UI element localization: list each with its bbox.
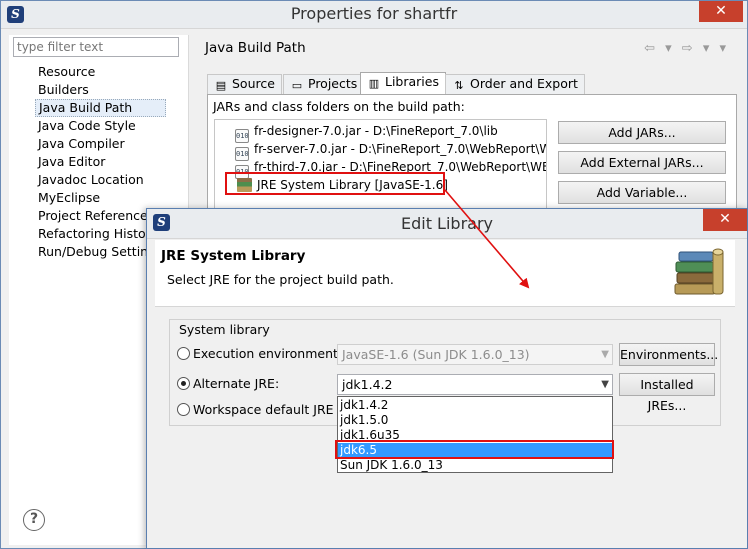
installed-jres-button[interactable]: Installed JREs... bbox=[619, 373, 715, 413]
jar-item[interactable]: 010 fr-designer-7.0.jar - D:\FineReport_7… bbox=[235, 122, 498, 143]
execution-environment-label: Execution environment: bbox=[193, 346, 343, 361]
add-external-jars-button[interactable]: Add External JARs... bbox=[558, 151, 726, 174]
filter-input[interactable] bbox=[13, 37, 179, 57]
tab-order-export-label: Order and Export bbox=[470, 76, 578, 91]
jre-library-highlight bbox=[225, 172, 445, 195]
tab-projects-label: Projects bbox=[308, 76, 358, 91]
source-folder-icon: ▤ bbox=[215, 79, 227, 92]
nav-item-java-compiler[interactable]: Java Compiler bbox=[35, 135, 166, 153]
dropdown-option-jdk142[interactable]: jdk1.4.2 bbox=[338, 398, 612, 413]
jar-item[interactable]: 010 fr-server-7.0.jar - D:\FineReport_7.0… bbox=[235, 140, 547, 161]
radio-button[interactable] bbox=[177, 403, 190, 416]
nav-item-java-code-style[interactable]: Java Code Style bbox=[35, 117, 166, 135]
page-title: Java Build Path bbox=[205, 40, 306, 56]
nav-item-java-build-path[interactable]: Java Build Path bbox=[35, 99, 166, 117]
jar-item-label: fr-designer-7.0.jar - D:\FineReport_7.0\… bbox=[254, 124, 498, 138]
environments-button[interactable]: Environments... bbox=[619, 343, 718, 366]
nav-item-javadoc-location[interactable]: Javadoc Location bbox=[35, 171, 166, 189]
dialog-titlebar: S Edit Library bbox=[147, 209, 747, 239]
tab-order-export[interactable]: ⇅ Order and Export bbox=[445, 74, 585, 94]
nav-item-myeclipse[interactable]: MyEclipse bbox=[35, 189, 166, 207]
nav-item-java-editor[interactable]: Java Editor bbox=[35, 153, 166, 171]
jdk65-highlight bbox=[335, 440, 614, 459]
add-variable-button[interactable]: Add Variable... bbox=[558, 181, 726, 204]
tab-libraries[interactable]: ▥ Libraries bbox=[360, 72, 446, 94]
system-library-label: System library bbox=[177, 322, 272, 337]
workspace-default-jre-radio[interactable]: Workspace default JRE (j bbox=[177, 401, 346, 419]
tab-libraries-label: Libraries bbox=[385, 74, 439, 89]
tab-source[interactable]: ▤ Source bbox=[207, 74, 282, 94]
execution-environment-combo: JavaSE-1.6 (Sun JDK 1.6.0_13) ▼ bbox=[337, 344, 613, 365]
banner-description: Select JRE for the project build path. bbox=[167, 272, 394, 287]
nav-item-builders[interactable]: Builders bbox=[35, 81, 166, 99]
dialog-banner: JRE System Library Select JRE for the pr… bbox=[155, 240, 735, 307]
execution-environment-value: JavaSE-1.6 (Sun JDK 1.6.0_13) bbox=[342, 347, 530, 362]
banner-title: JRE System Library bbox=[161, 248, 306, 264]
jar-item-label: fr-server-7.0.jar - D:\FineReport_7.0\We… bbox=[254, 142, 547, 156]
edit-library-dialog: S Edit Library ✕ JRE System Library Sele… bbox=[146, 208, 748, 549]
dialog-title: Edit Library bbox=[400, 214, 493, 233]
workspace-default-label: Workspace default JRE (j bbox=[193, 402, 346, 417]
projects-icon: ▭ bbox=[291, 79, 303, 92]
alternate-jre-value: jdk1.4.2 bbox=[342, 377, 393, 392]
execution-environment-radio[interactable]: Execution environment: bbox=[177, 345, 342, 363]
chevron-down-icon: ▼ bbox=[601, 349, 609, 360]
libraries-icon: ▥ bbox=[368, 77, 380, 90]
tab-source-label: Source bbox=[232, 76, 275, 91]
tab-projects[interactable]: ▭ Projects bbox=[283, 74, 365, 94]
library-books-icon bbox=[674, 248, 724, 295]
window-title: Properties for shartfr bbox=[290, 4, 458, 23]
window-close-button[interactable]: ✕ bbox=[699, 1, 743, 22]
window-titlebar: S Properties for shartfr bbox=[1, 1, 747, 29]
dropdown-option-sun-jdk[interactable]: Sun JDK 1.6.0_13 bbox=[338, 458, 612, 473]
jre-dropdown-list: jdk1.4.2 jdk1.5.0 jdk1.6u35 jdk6.5 Sun J… bbox=[337, 396, 613, 473]
alternate-jre-label: Alternate JRE: bbox=[193, 376, 280, 391]
nav-item-resource[interactable]: Resource bbox=[35, 63, 166, 81]
radio-button[interactable] bbox=[177, 377, 190, 390]
dropdown-option-jdk150[interactable]: jdk1.5.0 bbox=[338, 413, 612, 428]
alternate-jre-radio[interactable]: Alternate JRE: bbox=[177, 375, 279, 393]
chevron-down-icon[interactable]: ▼ bbox=[601, 376, 609, 393]
radio-button[interactable] bbox=[177, 347, 190, 360]
alternate-jre-combo[interactable]: jdk1.4.2 ▼ bbox=[337, 374, 613, 395]
order-export-icon: ⇅ bbox=[454, 79, 464, 92]
dialog-close-button[interactable]: ✕ bbox=[703, 209, 747, 231]
back-forward-arrows-icon[interactable]: ⇦ ▾ ⇨ ▾ ▾ bbox=[644, 41, 729, 56]
help-icon[interactable]: ? bbox=[23, 509, 45, 531]
libraries-heading: JARs and class folders on the build path… bbox=[213, 99, 465, 114]
add-jars-button[interactable]: Add JARs... bbox=[558, 121, 726, 144]
